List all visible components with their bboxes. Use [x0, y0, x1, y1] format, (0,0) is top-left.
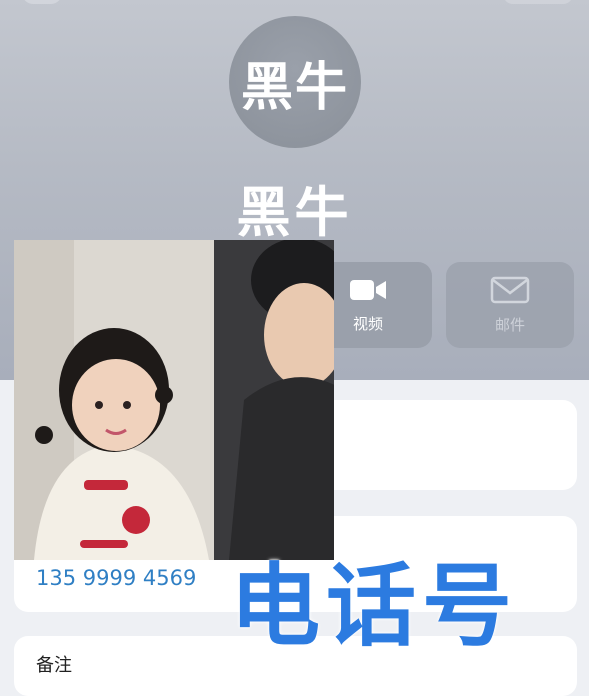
avatar-initials: 黑牛: [240, 57, 349, 118]
mail-label: 邮件: [494, 315, 525, 334]
mail-button[interactable]: 邮件: [446, 262, 574, 348]
overlay-photo: [14, 240, 334, 560]
video-call-label: 视频: [352, 314, 383, 333]
edit-button[interactable]: [503, 0, 573, 4]
contact-avatar: 黑牛: [229, 16, 361, 148]
video-camera-icon: [348, 277, 388, 307]
notes-label: 备注: [36, 655, 72, 676]
phone-number-link[interactable]: 135 9999 4569: [36, 566, 196, 590]
overlay-caption: 电话号: [230, 554, 518, 659]
mail-icon: [490, 276, 530, 308]
contact-name: 黑牛: [236, 181, 353, 244]
